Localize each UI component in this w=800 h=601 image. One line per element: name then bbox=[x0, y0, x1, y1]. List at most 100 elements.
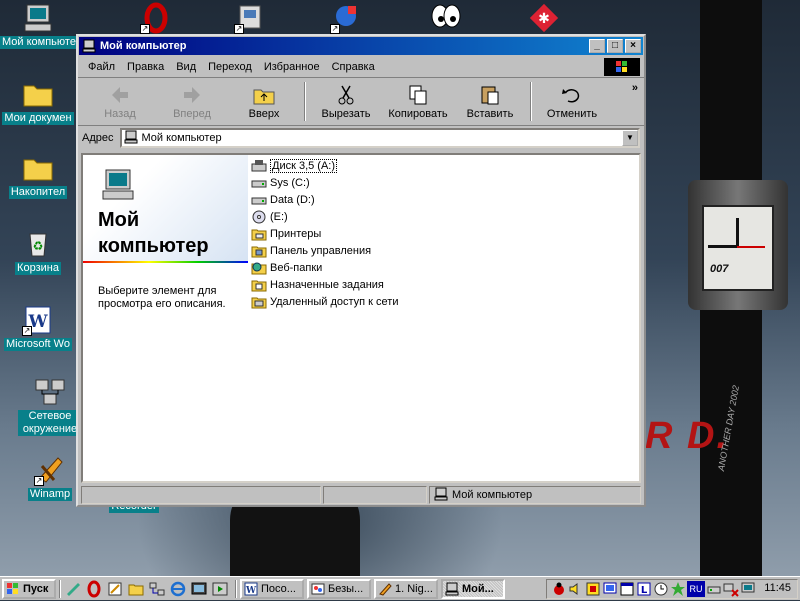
address-value: Мой компьютер bbox=[141, 132, 222, 144]
list-item-drive-e[interactable]: (E:) bbox=[251, 208, 551, 225]
desktop-icon-recycle-bin[interactable]: ♻ Корзина bbox=[0, 228, 76, 275]
forward-button[interactable]: Вперед bbox=[156, 78, 228, 125]
tray-modem-icon[interactable] bbox=[706, 581, 722, 597]
address-bar: Адрес Мой компьютер ▼ bbox=[78, 126, 644, 150]
item-name: Панель управления bbox=[270, 244, 372, 257]
system-tray: L RU 11:45 bbox=[546, 579, 798, 599]
svg-text:♻: ♻ bbox=[33, 239, 44, 253]
my-computer-window[interactable]: Мой компьютер _ □ × Файл Правка Вид Пере… bbox=[76, 34, 646, 507]
cut-button[interactable]: Вырезать bbox=[310, 78, 382, 125]
desktop-icon-briefcase[interactable]: Накопител bbox=[0, 152, 76, 199]
tray-bug-icon[interactable] bbox=[551, 581, 567, 597]
paste-icon bbox=[478, 84, 502, 106]
menu-file[interactable]: Файл bbox=[82, 59, 121, 75]
tray-display-icon[interactable] bbox=[740, 581, 756, 597]
address-field[interactable]: Мой компьютер ▼ bbox=[119, 128, 640, 148]
quicklaunch-app-icon[interactable] bbox=[64, 580, 82, 598]
task-button-winamp[interactable]: 1. Nig... bbox=[374, 578, 438, 599]
forward-label: Вперед bbox=[173, 107, 211, 120]
folder-icon bbox=[22, 152, 54, 184]
quicklaunch-network-icon[interactable] bbox=[148, 580, 166, 598]
list-item-drive-c[interactable]: Sys (C:) bbox=[251, 174, 551, 191]
svg-text:✱: ✱ bbox=[538, 11, 550, 27]
paste-button[interactable]: Вставить bbox=[454, 78, 526, 125]
minimize-button[interactable]: _ bbox=[589, 39, 605, 53]
computer-icon bbox=[82, 39, 96, 53]
task-button-word[interactable]: W Посо... bbox=[240, 578, 304, 599]
desktop-icon-my-documents[interactable]: Мои докумен bbox=[0, 78, 76, 125]
desktop-icon-opera[interactable]: ↗ bbox=[118, 2, 194, 36]
start-button[interactable]: Пуск bbox=[2, 578, 56, 599]
up-button[interactable]: Вверх bbox=[228, 78, 300, 125]
start-label: Пуск bbox=[23, 582, 49, 595]
item-name: Диск 3,5 (A:) bbox=[270, 158, 338, 173]
folder-up-icon bbox=[252, 84, 276, 106]
list-item-drive-d[interactable]: Data (D:) bbox=[251, 191, 551, 208]
menu-view[interactable]: Вид bbox=[170, 59, 202, 75]
desktop-icon-eyes[interactable] bbox=[408, 2, 484, 36]
pane-divider bbox=[83, 261, 248, 263]
desktop-icon-app[interactable]: ↗ bbox=[308, 2, 384, 36]
menu-edit[interactable]: Правка bbox=[121, 59, 170, 75]
computer-icon bbox=[434, 487, 448, 504]
address-label: Адрес bbox=[82, 132, 114, 144]
list-item-control-panel[interactable]: Панель управления bbox=[251, 242, 551, 259]
menu-go[interactable]: Переход bbox=[202, 59, 258, 75]
menu-help[interactable]: Справка bbox=[326, 59, 381, 75]
list-item-dial-up[interactable]: Удаленный доступ к сети bbox=[251, 293, 551, 310]
desktop-icon-my-computer[interactable]: Мой компьютер bbox=[0, 2, 85, 49]
star-app-icon: ✱ bbox=[528, 2, 560, 34]
floppy-drive-icon bbox=[251, 159, 267, 173]
computer-icon bbox=[445, 582, 459, 596]
tray-monitor-icon[interactable] bbox=[602, 581, 618, 597]
quicklaunch-play-icon[interactable] bbox=[211, 580, 229, 598]
task-button-my-computer[interactable]: Мой... bbox=[441, 578, 505, 599]
status-location: Мой компьютер bbox=[452, 489, 533, 501]
list-item-web-folders[interactable]: Веб-папки bbox=[251, 259, 551, 276]
undo-button[interactable]: Отменить bbox=[536, 78, 608, 125]
quicklaunch-edit-icon[interactable] bbox=[106, 580, 124, 598]
quicklaunch-ie-icon[interactable] bbox=[169, 580, 187, 598]
back-arrow-icon bbox=[108, 84, 132, 106]
task-label: Мой... bbox=[462, 582, 494, 595]
window-titlebar[interactable]: Мой компьютер _ □ × bbox=[79, 37, 643, 55]
tray-clock[interactable]: 11:45 bbox=[764, 582, 791, 594]
list-item-printers[interactable]: Принтеры bbox=[251, 225, 551, 242]
quicklaunch-folder-icon[interactable] bbox=[127, 580, 145, 598]
status-panel-objects bbox=[81, 486, 321, 504]
copy-label: Копировать bbox=[388, 107, 448, 120]
tray-letter-l-icon[interactable]: L bbox=[636, 581, 652, 597]
desktop-icon-label: Winamp bbox=[27, 488, 73, 501]
desktop-icon-program[interactable]: ↗ bbox=[212, 2, 288, 36]
toolbar-more-chevron-icon[interactable]: » bbox=[632, 82, 638, 94]
close-button[interactable]: × bbox=[625, 39, 641, 53]
forward-arrow-icon bbox=[180, 84, 204, 106]
item-name: Принтеры bbox=[270, 227, 322, 240]
chevron-down-icon[interactable]: ▼ bbox=[622, 130, 638, 146]
windows-logo-icon bbox=[604, 58, 640, 76]
desktop-icon-label: Microsoft Wo bbox=[4, 338, 72, 351]
recycle-bin-icon: ♻ bbox=[22, 228, 54, 260]
word-doc-icon: W bbox=[244, 582, 258, 596]
tray-star-icon[interactable] bbox=[670, 581, 686, 597]
status-panel-location: Мой компьютер bbox=[429, 486, 641, 504]
list-item-floppy[interactable]: Диск 3,5 (A:) bbox=[251, 157, 551, 174]
tray-app-icon[interactable] bbox=[585, 581, 601, 597]
menu-favorites[interactable]: Избранное bbox=[258, 59, 326, 75]
list-item-scheduled-tasks[interactable]: Назначенные задания bbox=[251, 276, 551, 293]
back-button[interactable]: Назад bbox=[84, 78, 156, 125]
maximize-button[interactable]: □ bbox=[607, 39, 623, 53]
quicklaunch-tv-icon[interactable] bbox=[190, 580, 208, 598]
watch-second-hand bbox=[737, 246, 765, 248]
task-label: 1. Nig... bbox=[395, 582, 433, 595]
quicklaunch-opera-icon[interactable] bbox=[85, 580, 103, 598]
desktop-icon-word[interactable]: W ↗ Microsoft Wo bbox=[0, 304, 76, 351]
tray-network-disconnected-icon[interactable] bbox=[723, 581, 739, 597]
desktop-icon-star[interactable]: ✱ bbox=[506, 2, 582, 36]
copy-button[interactable]: Копировать bbox=[382, 78, 454, 125]
tray-window-icon[interactable] bbox=[619, 581, 635, 597]
task-button-paint[interactable]: Безы... bbox=[307, 578, 371, 599]
tray-speaker-icon[interactable] bbox=[568, 581, 584, 597]
tray-clock-icon[interactable] bbox=[653, 581, 669, 597]
tray-language-indicator[interactable]: RU bbox=[687, 581, 705, 597]
